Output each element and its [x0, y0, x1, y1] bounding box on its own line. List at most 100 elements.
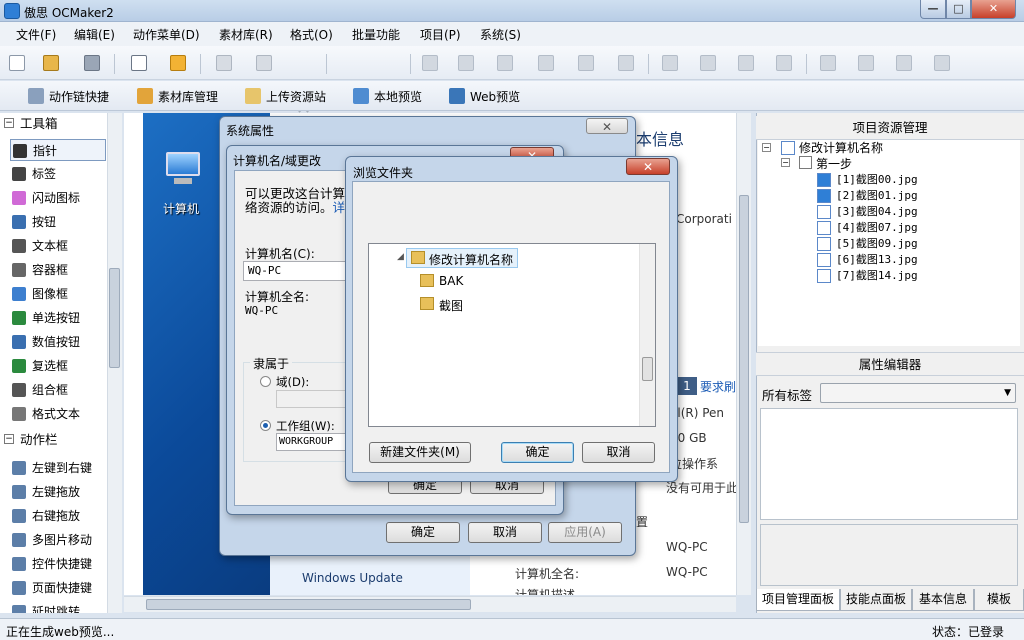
- menu-format[interactable]: 格式(O): [290, 26, 333, 43]
- menu-action[interactable]: 动作菜单(D): [133, 26, 200, 43]
- action-item-5[interactable]: 页面快捷键: [10, 577, 106, 599]
- menu-system[interactable]: 系统(S): [480, 26, 521, 43]
- collapse-icon[interactable]: −: [781, 158, 790, 167]
- project-file-node[interactable]: [2]截图01.jpg: [836, 188, 918, 204]
- tool-item-6[interactable]: 图像框: [10, 283, 106, 305]
- align-left-icon[interactable]: [422, 55, 438, 71]
- menu-file[interactable]: 文件(F): [16, 26, 56, 43]
- browse-ok-button[interactable]: 确定: [501, 442, 574, 463]
- folder-bak-label[interactable]: BAK: [439, 274, 463, 288]
- action-item-3[interactable]: 多图片移动: [10, 529, 106, 551]
- library-button[interactable]: 素材库管理: [137, 86, 218, 106]
- scrollbar-thumb[interactable]: [109, 268, 120, 368]
- tool-item-10[interactable]: 组合框: [10, 379, 106, 401]
- domain-radio[interactable]: [260, 376, 271, 387]
- upload-button[interactable]: 上传资源站: [245, 86, 326, 106]
- browse-folder-close-button[interactable]: ✕: [626, 158, 670, 175]
- tool-item-3[interactable]: 按钮: [10, 211, 106, 233]
- distribute-v-icon[interactable]: [820, 55, 836, 71]
- collapse-icon[interactable]: −: [4, 434, 14, 444]
- menu-batch[interactable]: 批量功能: [352, 26, 400, 43]
- wand-icon[interactable]: [170, 55, 186, 71]
- align-top-icon[interactable]: [538, 55, 554, 71]
- align-bottom-icon[interactable]: [618, 55, 634, 71]
- tool-item-2[interactable]: 闪动图标: [10, 187, 106, 209]
- center-h-icon[interactable]: [738, 55, 754, 71]
- same-size-icon[interactable]: [934, 55, 950, 71]
- tool-item-0[interactable]: 指针: [10, 139, 106, 161]
- sysinfo-req-link[interactable]: 要求刷: [700, 378, 736, 395]
- center-v-icon[interactable]: [776, 55, 792, 71]
- canvas-horizontal-scrollbar[interactable]: [124, 596, 736, 612]
- project-file-node[interactable]: [1]截图00.jpg: [836, 172, 918, 188]
- project-root-node[interactable]: 修改计算机名称: [799, 140, 883, 156]
- tab-basic-info[interactable]: 基本信息: [912, 589, 974, 611]
- tool-item-11[interactable]: 格式文本: [10, 403, 106, 425]
- new-folder-button[interactable]: 新建文件夹(M): [369, 442, 471, 463]
- project-file-node[interactable]: [5]截图09.jpg: [836, 236, 918, 252]
- tool-item-9[interactable]: 复选框: [10, 355, 106, 377]
- action-item-2[interactable]: 右键拖放: [10, 505, 106, 527]
- tool-item-7[interactable]: 单选按钮: [10, 307, 106, 329]
- maximize-button[interactable]: □: [946, 0, 971, 19]
- system-properties-ok-button[interactable]: 确定: [386, 522, 460, 543]
- action-item-6[interactable]: 延时跳转: [10, 601, 106, 613]
- project-file-node[interactable]: [7]截图14.jpg: [836, 268, 918, 284]
- folder-tree-scrollbar[interactable]: [639, 244, 655, 426]
- computer-icon[interactable]: [160, 150, 204, 190]
- open-folder-icon[interactable]: [43, 55, 59, 71]
- same-height-icon[interactable]: [896, 55, 912, 71]
- system-properties-close-button[interactable]: ✕: [586, 118, 628, 134]
- windows-update-link[interactable]: Windows Update: [302, 571, 403, 585]
- web-preview-button[interactable]: Web预览: [449, 86, 520, 106]
- action-item-4[interactable]: 控件快捷键: [10, 553, 106, 575]
- action-chain-button[interactable]: 动作链快捷: [28, 86, 109, 106]
- properties-icon[interactable]: [131, 55, 147, 71]
- new-file-icon[interactable]: [9, 55, 25, 71]
- menu-project[interactable]: 项目(P): [420, 26, 461, 43]
- tool-item-4[interactable]: 文本框: [10, 235, 106, 257]
- space-v-icon[interactable]: [858, 55, 874, 71]
- copy-icon[interactable]: [216, 55, 232, 71]
- align-middle-icon[interactable]: [578, 55, 594, 71]
- scrollbar-thumb[interactable]: [146, 599, 471, 610]
- tag-filter-select[interactable]: ▼: [820, 383, 1016, 403]
- toolbox-scrollbar[interactable]: [107, 113, 122, 613]
- project-file-node[interactable]: [4]截图07.jpg: [836, 220, 918, 236]
- workgroup-radio[interactable]: [260, 420, 271, 431]
- system-properties-apply-button[interactable]: 应用(A): [548, 522, 622, 543]
- computer-name-input[interactable]: WQ-PC: [243, 261, 347, 281]
- collapse-icon[interactable]: −: [4, 118, 14, 128]
- minimize-button[interactable]: —: [920, 0, 946, 19]
- paste-icon[interactable]: [256, 55, 272, 71]
- canvas-vertical-scrollbar[interactable]: [736, 113, 751, 595]
- property-grid[interactable]: [760, 408, 1018, 520]
- step-node[interactable]: 第一步: [816, 156, 852, 172]
- project-file-node[interactable]: [3]截图04.jpg: [836, 204, 918, 220]
- align-center-icon[interactable]: [458, 55, 474, 71]
- system-properties-cancel-button[interactable]: 取消: [468, 522, 542, 543]
- menu-library[interactable]: 素材库(R): [219, 26, 273, 43]
- browse-cancel-button[interactable]: 取消: [582, 442, 655, 463]
- action-item-0[interactable]: 左键到右键: [10, 457, 106, 479]
- distribute-h-icon[interactable]: [662, 55, 678, 71]
- tool-item-8[interactable]: 数值按钮: [10, 331, 106, 353]
- local-preview-button[interactable]: 本地预览: [353, 86, 422, 106]
- tab-skill-panel[interactable]: 技能点面板: [840, 589, 912, 611]
- tab-project-panel[interactable]: 项目管理面板: [756, 589, 840, 611]
- toolbox-header[interactable]: − 工具箱: [0, 113, 108, 134]
- action-item-1[interactable]: 左键拖放: [10, 481, 106, 503]
- tool-item-5[interactable]: 容器框: [10, 259, 106, 281]
- folder-tree[interactable]: [368, 243, 656, 427]
- space-h-icon[interactable]: [700, 55, 716, 71]
- actionbar-header[interactable]: − 动作栏: [0, 429, 108, 450]
- scrollbar-thumb[interactable]: [739, 195, 749, 523]
- collapse-icon[interactable]: −: [762, 143, 771, 152]
- project-file-node[interactable]: [6]截图13.jpg: [836, 252, 918, 268]
- save-icon[interactable]: [84, 55, 100, 71]
- close-button[interactable]: ✕: [971, 0, 1016, 19]
- tool-item-1[interactable]: 标签: [10, 163, 106, 185]
- align-right-icon[interactable]: [497, 55, 513, 71]
- expand-arrow-icon[interactable]: ◢: [397, 252, 404, 262]
- folder-screenshot-label[interactable]: 截图: [439, 297, 463, 314]
